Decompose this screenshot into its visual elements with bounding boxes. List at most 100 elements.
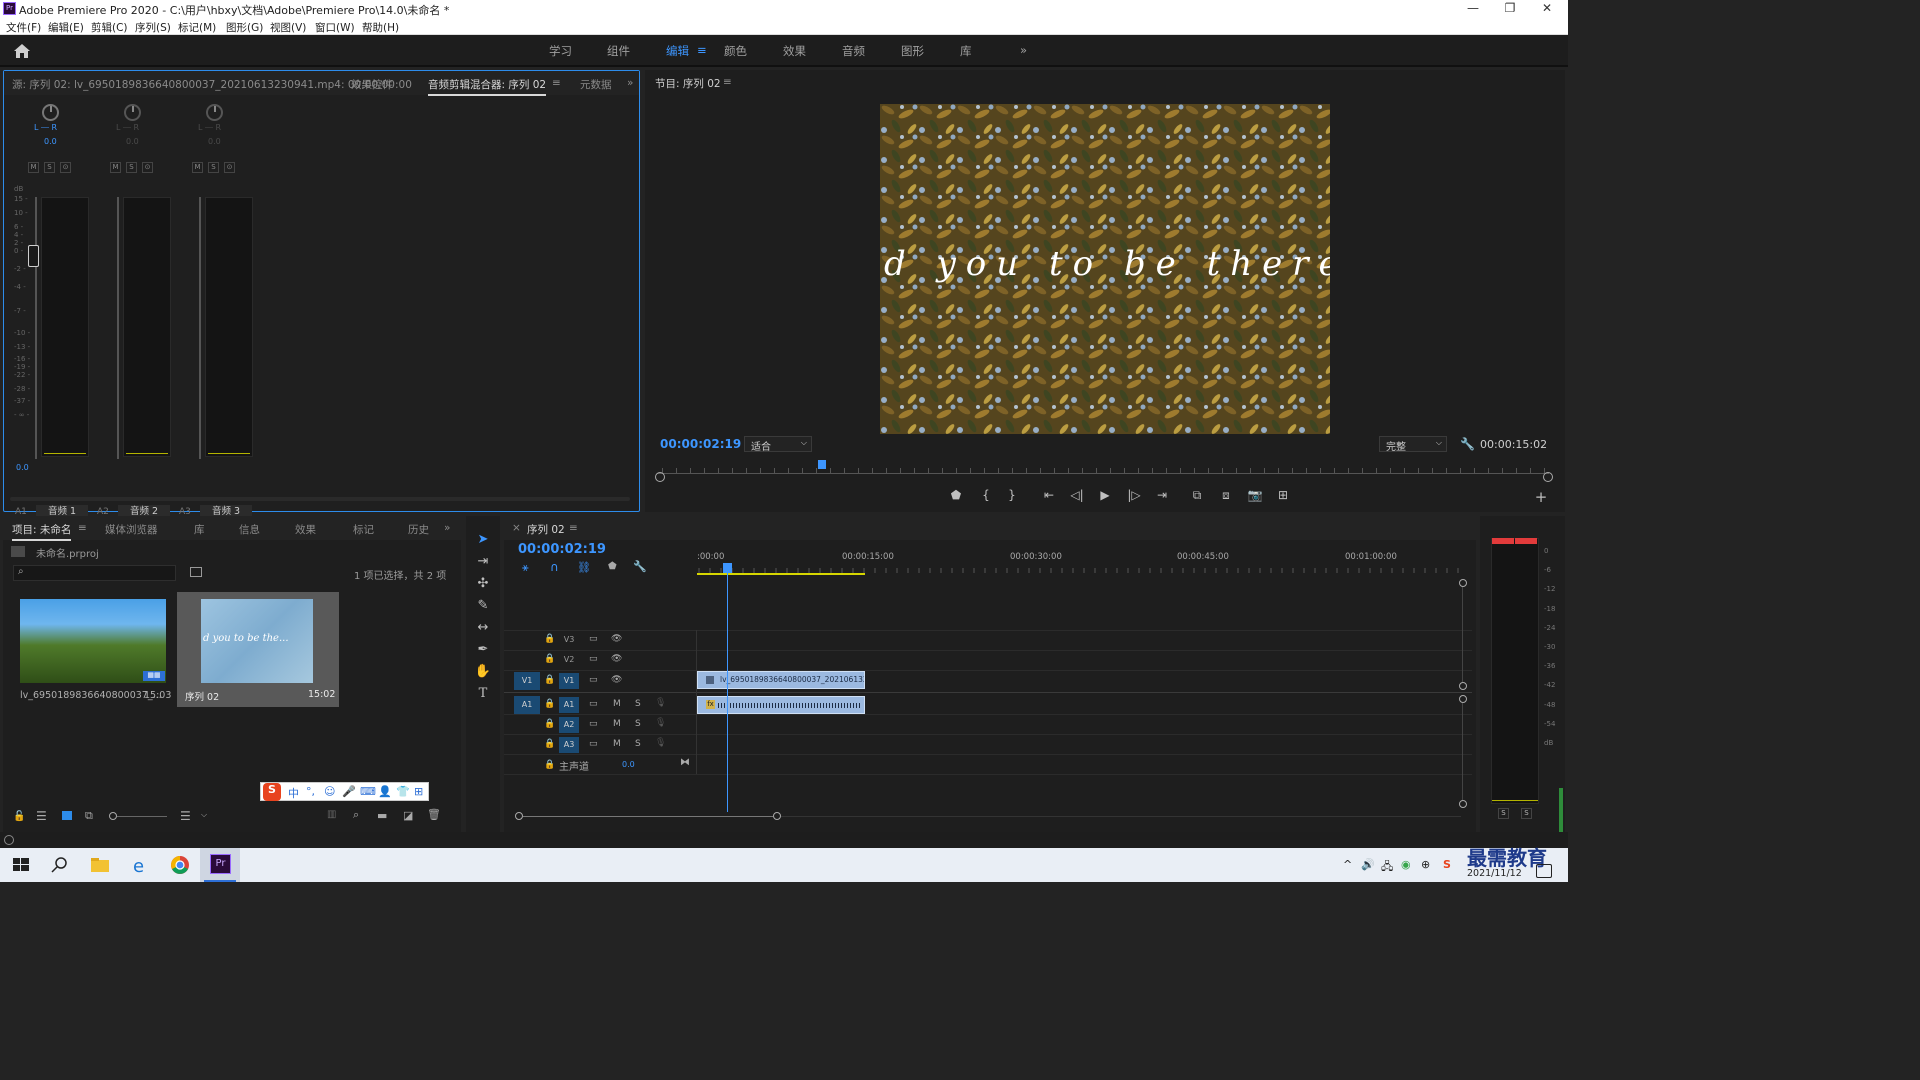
track-label-a1[interactable]: A1 xyxy=(559,697,579,713)
track-label-v2[interactable]: V2 xyxy=(559,652,579,668)
fader-track[interactable] xyxy=(35,197,37,459)
insert-nest-icon[interactable]: ⚹ xyxy=(522,561,529,575)
workspace-tab-editing[interactable]: 编辑 xyxy=(666,43,689,59)
solo-button[interactable]: S xyxy=(635,719,641,729)
close-button[interactable]: ✕ xyxy=(1527,1,1567,15)
solo-left-button[interactable]: S xyxy=(1498,808,1509,819)
ime-user-icon[interactable]: 👤 xyxy=(378,785,392,798)
timeline-horizontal-scrollbar[interactable] xyxy=(523,816,773,817)
workspace-tab-graphics[interactable]: 图形 xyxy=(901,43,924,59)
menu-edit[interactable]: 编辑(E) xyxy=(48,20,84,35)
audio-vertical-scrollbar[interactable] xyxy=(1462,703,1463,800)
workspace-tab-color[interactable]: 颜色 xyxy=(724,43,747,59)
pen-tool-icon[interactable]: ✒ xyxy=(473,642,493,660)
workspace-tab-effects[interactable]: 效果 xyxy=(783,43,806,59)
export-frame-button[interactable]: 📷 xyxy=(1245,488,1265,502)
vertical-zoom-handle[interactable] xyxy=(1459,800,1467,808)
eye-icon[interactable]: 👁 xyxy=(611,654,622,664)
playback-resolution-dropdown[interactable]: 完整 ⌵ xyxy=(1379,436,1447,453)
button-editor-add[interactable]: + xyxy=(1531,488,1551,506)
automate-to-sequence-icon[interactable]: ▥ xyxy=(327,809,336,820)
tab-effect-controls[interactable]: 效果控件 xyxy=(351,77,393,92)
solo-button[interactable]: S xyxy=(44,162,55,173)
video-frame[interactable]: d you to be there when xyxy=(880,104,1330,434)
sogou-logo-icon[interactable]: S xyxy=(263,783,281,801)
ime-emoji-icon[interactable]: ☺ xyxy=(324,785,335,798)
playhead-timecode[interactable]: 00:00:02:19 xyxy=(660,437,741,451)
tab-info[interactable]: 信息 xyxy=(239,522,260,537)
extract-button[interactable]: ⧈ xyxy=(1216,488,1236,503)
tab-project[interactable]: 项目: 未命名 xyxy=(12,522,72,541)
icon-view-icon[interactable] xyxy=(62,811,72,820)
mute-button[interactable]: M xyxy=(28,162,39,173)
microphone-icon[interactable]: 🎙 xyxy=(655,718,666,728)
mixer-horizontal-scrollbar[interactable] xyxy=(10,497,630,501)
side-scroll-indicator[interactable] xyxy=(1559,788,1563,832)
search-icon[interactable] xyxy=(48,854,72,876)
zoom-handle-left[interactable] xyxy=(655,472,665,482)
mute-button[interactable]: M xyxy=(613,719,621,729)
program-time-ruler[interactable] xyxy=(657,464,1549,474)
tab-markers[interactable]: 标记 xyxy=(353,522,374,537)
timeline-ruler[interactable] xyxy=(697,564,1459,573)
slip-tool-icon[interactable]: ↔ xyxy=(473,620,493,638)
fader-value[interactable]: 0.0 xyxy=(16,463,29,472)
zoom-level-dropdown[interactable]: 适合 ⌵ xyxy=(744,436,812,453)
sort-icons-icon[interactable]: ☰ xyxy=(180,809,191,823)
lift-button[interactable]: ⧉ xyxy=(1187,488,1207,503)
ime-toolbar[interactable]: S 中 °, ☺ 🎤 ⌨ 👤 👕 ⊞ xyxy=(260,782,429,801)
menu-help[interactable]: 帮助(H) xyxy=(362,20,399,35)
master-volume-value[interactable]: 0.0 xyxy=(622,760,635,769)
snap-icon[interactable]: ∩ xyxy=(550,560,559,574)
comparison-view-button[interactable]: ⊞ xyxy=(1273,488,1293,502)
pan-value[interactable]: 0.0 xyxy=(126,137,139,146)
pan-value[interactable]: 0.0 xyxy=(44,137,57,146)
panel-menu-icon[interactable]: ≡ xyxy=(552,77,561,89)
solo-right-button[interactable]: S xyxy=(1521,808,1532,819)
source-patch-v1[interactable]: V1 xyxy=(514,672,540,690)
ime-skin-icon[interactable]: 👕 xyxy=(396,785,410,798)
close-icon[interactable]: × xyxy=(512,522,521,534)
zoom-slider[interactable] xyxy=(117,816,167,817)
menu-window[interactable]: 窗口(W) xyxy=(315,20,355,35)
eye-icon[interactable]: 👁 xyxy=(611,675,622,685)
record-button[interactable]: ⊙ xyxy=(224,162,235,173)
program-monitor-title[interactable]: 节目: 序列 02 xyxy=(655,76,721,91)
tab-media-browser[interactable]: 媒体浏览器 xyxy=(105,522,158,537)
project-item-name[interactable]: lv_6950189836640800037_... xyxy=(20,690,162,701)
go-to-out-button[interactable]: ⇥ xyxy=(1152,488,1172,502)
trash-icon[interactable]: 🗑 xyxy=(427,808,441,821)
mark-out-button[interactable]: } xyxy=(1002,488,1022,502)
project-item-thumbnail[interactable]: d you to be the... xyxy=(201,599,313,683)
workspace-tab-assembly[interactable]: 组件 xyxy=(607,43,630,59)
sogou-tray-icon[interactable]: S xyxy=(1443,858,1451,871)
minimize-button[interactable]: — xyxy=(1453,1,1493,15)
mute-button[interactable]: M xyxy=(192,162,203,173)
lock-icon[interactable]: 🔒 xyxy=(544,719,555,729)
program-playhead-marker[interactable] xyxy=(818,460,827,469)
lock-icon[interactable]: 🔓 xyxy=(13,811,25,822)
tab-effects[interactable]: 效果 xyxy=(295,522,316,537)
network-icon[interactable]: 🖧 xyxy=(1381,858,1393,877)
vertical-zoom-handle[interactable] xyxy=(1459,579,1467,587)
toggle-sync-lock-icon[interactable]: ▭ xyxy=(589,719,598,729)
panel-menu-icon[interactable]: ≡ xyxy=(569,522,578,534)
ime-voice-icon[interactable]: 🎤 xyxy=(342,785,356,798)
track-label-v1[interactable]: V1 xyxy=(559,673,579,689)
lock-icon[interactable]: 🔒 xyxy=(544,675,555,685)
master-channel-icon[interactable]: ⧓ xyxy=(680,757,690,768)
menu-file[interactable]: 文件(F) xyxy=(6,20,41,35)
freeform-view-icon[interactable]: ⧉ xyxy=(85,809,93,823)
zoom-slider-handle[interactable] xyxy=(109,812,117,820)
work-area-bar[interactable] xyxy=(697,573,865,575)
home-icon[interactable] xyxy=(13,43,31,59)
ime-keyboard-icon[interactable]: ⌨ xyxy=(360,785,376,798)
vertical-zoom-handle[interactable] xyxy=(1459,682,1467,690)
source-patch-a1[interactable]: A1 xyxy=(514,696,540,714)
vertical-zoom-handle[interactable] xyxy=(1459,695,1467,703)
audio-clip[interactable]: fx xyxy=(697,696,865,714)
record-button[interactable]: ⊙ xyxy=(60,162,71,173)
pan-value[interactable]: 0.0 xyxy=(208,137,221,146)
step-back-button[interactable]: ◁| xyxy=(1067,488,1087,502)
mute-button[interactable]: M xyxy=(613,739,621,749)
